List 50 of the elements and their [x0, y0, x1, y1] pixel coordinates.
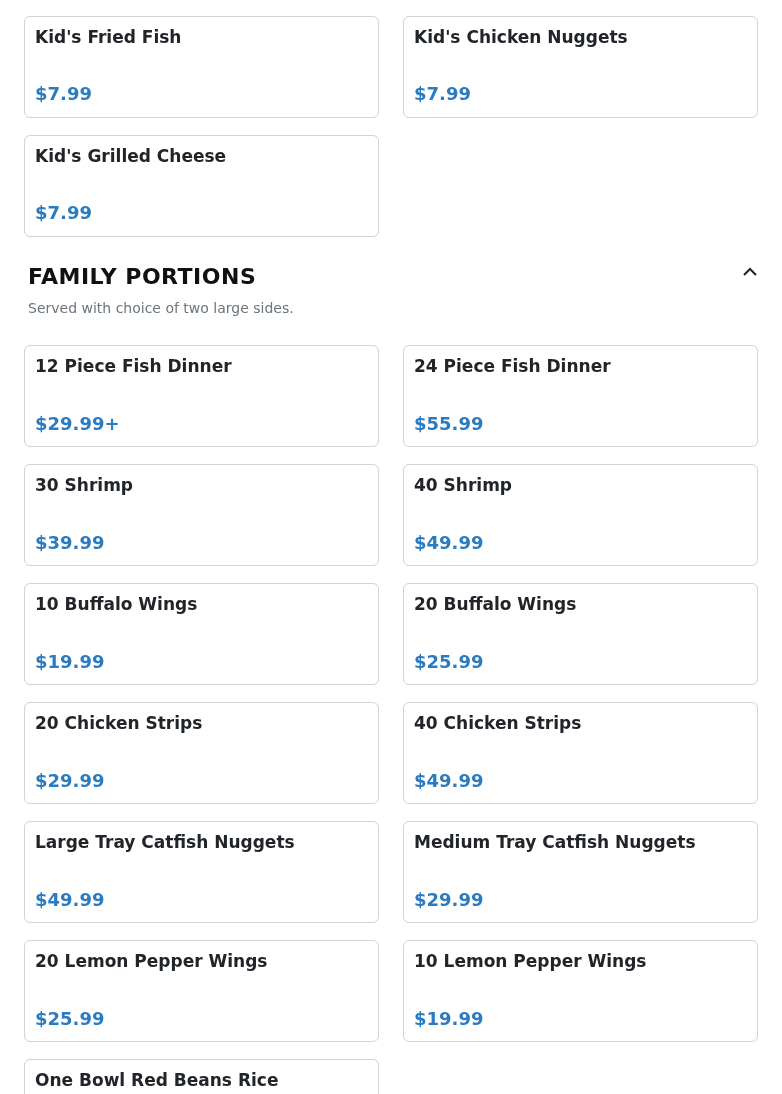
menu-card[interactable]: Kid's Chicken Nuggets $7.99	[403, 16, 758, 118]
item-name: Large Tray Catfish Nuggets	[35, 832, 295, 853]
item-name: Medium Tray Catfish Nuggets	[414, 832, 696, 853]
menu-card[interactable]: Medium Tray Catfish Nuggets $29.99	[403, 821, 758, 924]
item-price: $49.99	[414, 531, 484, 554]
menu-card[interactable]: 20 Chicken Strips $29.99	[24, 702, 379, 805]
item-price: $39.99	[35, 531, 105, 554]
item-price: $49.99	[414, 769, 484, 792]
item-price: $49.99	[35, 888, 105, 911]
item-name: 30 Shrimp	[35, 475, 133, 496]
menu-card[interactable]: 40 Chicken Strips $49.99	[403, 702, 758, 805]
item-name: 24 Piece Fish Dinner	[414, 356, 611, 377]
item-price: $25.99	[414, 650, 484, 673]
menu-card[interactable]: One Bowl Red Beans Rice	[24, 1059, 379, 1094]
item-name: 40 Chicken Strips	[414, 713, 582, 734]
item-name: 20 Lemon Pepper Wings	[35, 951, 268, 972]
section-title: FAMILY PORTIONS	[28, 264, 257, 291]
item-price: $29.99	[35, 769, 105, 792]
item-name: Kid's Fried Fish	[35, 27, 182, 48]
item-price: $55.99	[414, 412, 484, 435]
section-description: Served with choice of two large sides.	[27, 299, 295, 319]
menu-card[interactable]: 12 Piece Fish Dinner $29.99+	[24, 345, 379, 448]
menu-card[interactable]: Kid's Fried Fish $7.99	[24, 16, 379, 118]
item-price: $19.99	[414, 1007, 484, 1030]
item-price: $19.99	[35, 650, 105, 673]
item-name: 10 Lemon Pepper Wings	[414, 951, 647, 972]
menu-card[interactable]: 10 Lemon Pepper Wings $19.99	[403, 940, 758, 1043]
item-name: 20 Chicken Strips	[35, 713, 203, 734]
item-name: 20 Buffalo Wings	[414, 594, 577, 615]
chevron-up-icon[interactable]	[742, 267, 758, 277]
menu-card[interactable]: 20 Lemon Pepper Wings $25.99	[24, 940, 379, 1043]
item-price: $25.99	[35, 1007, 105, 1030]
item-name: Kid's Chicken Nuggets	[414, 27, 628, 48]
item-name: 10 Buffalo Wings	[35, 594, 198, 615]
menu-card[interactable]: 24 Piece Fish Dinner $55.99	[403, 345, 758, 448]
menu-card[interactable]: 40 Shrimp $49.99	[403, 464, 758, 567]
menu-card[interactable]: 30 Shrimp $39.99	[24, 464, 379, 567]
item-name: 12 Piece Fish Dinner	[35, 356, 232, 377]
item-price: $29.99+	[35, 412, 120, 435]
menu-card[interactable]: Large Tray Catfish Nuggets $49.99	[24, 821, 379, 924]
item-price: $29.99	[414, 888, 484, 911]
item-name: One Bowl Red Beans Rice	[35, 1070, 279, 1091]
menu-card[interactable]: 20 Buffalo Wings $25.99	[403, 583, 758, 686]
menu-card[interactable]: Kid's Grilled Cheese $7.99	[24, 135, 379, 237]
item-name: 40 Shrimp	[414, 475, 512, 496]
menu-card[interactable]: 10 Buffalo Wings $19.99	[24, 583, 379, 686]
item-price: $7.99	[414, 83, 471, 105]
item-name: Kid's Grilled Cheese	[35, 146, 227, 167]
item-price: $7.99	[35, 83, 92, 105]
item-price: $7.99	[35, 202, 92, 224]
